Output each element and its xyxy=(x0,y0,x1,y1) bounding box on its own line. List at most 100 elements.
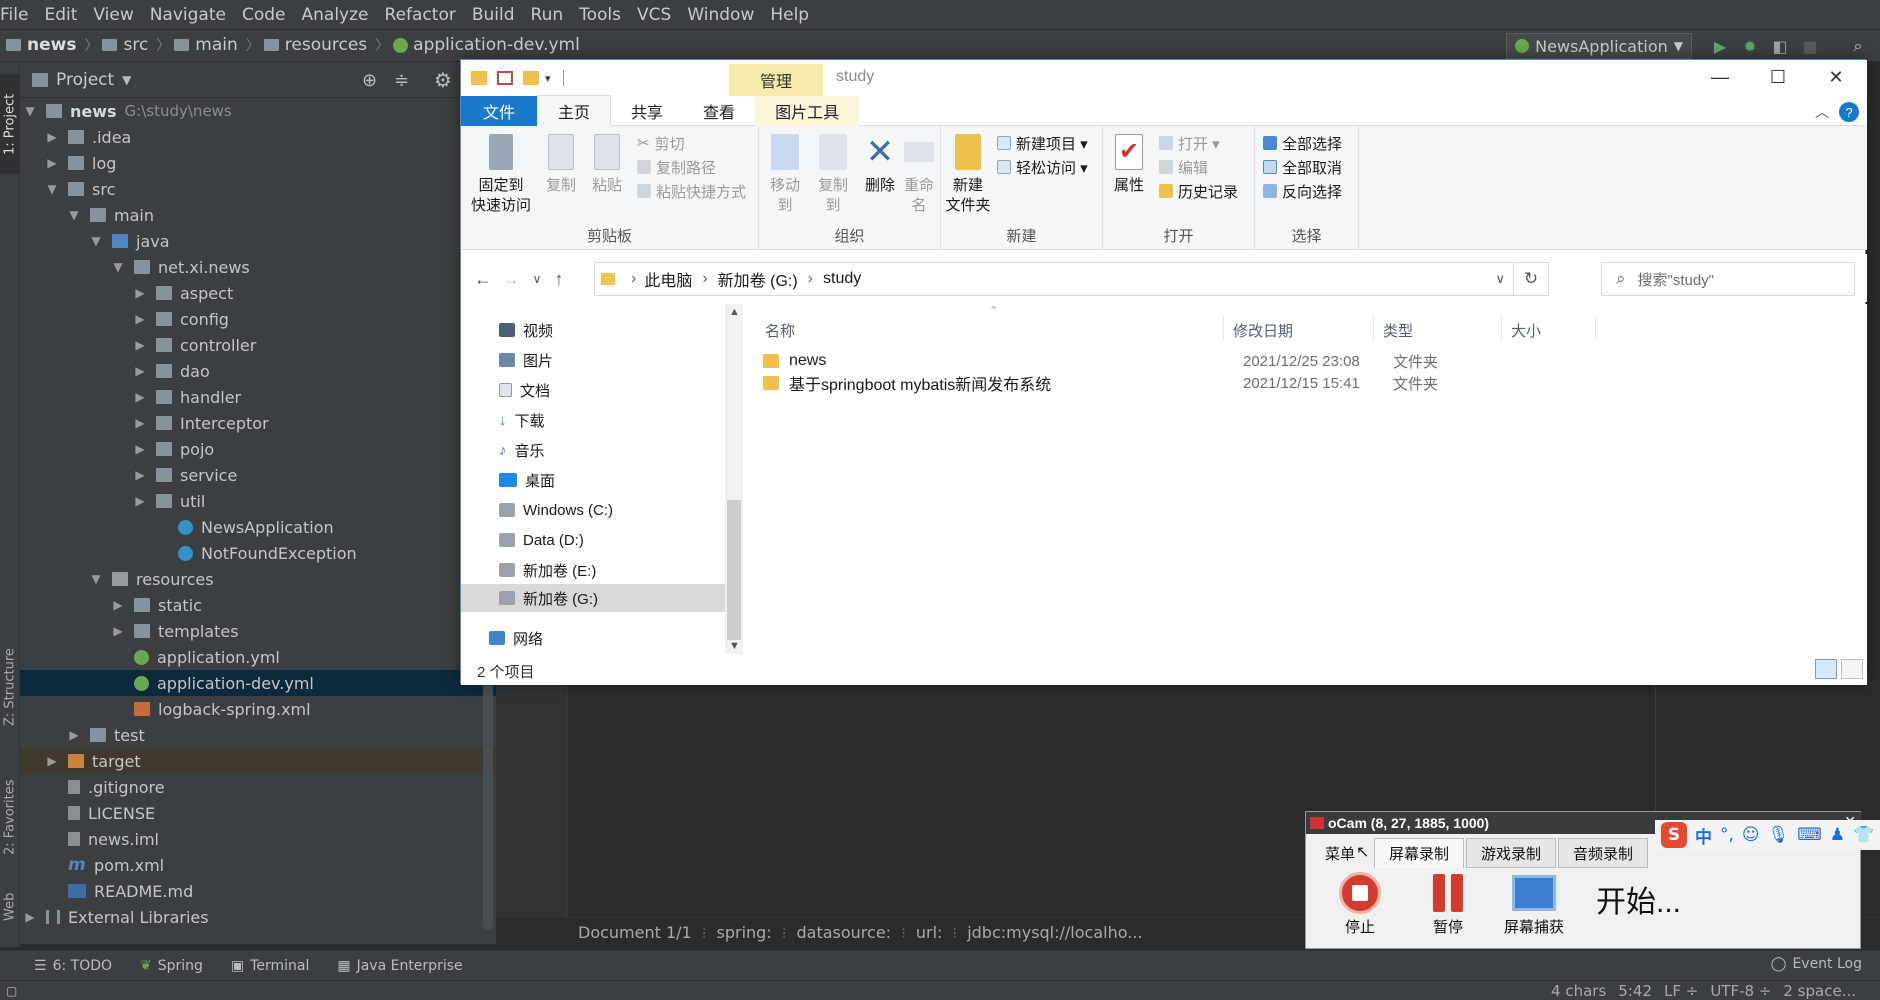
editor-crumb-url[interactable]: url: xyxy=(906,923,953,942)
tree-item-service[interactable]: ▶ service xyxy=(20,462,496,488)
tree-item-controller[interactable]: ▶ controller xyxy=(20,332,496,358)
ocam-capture-button[interactable]: 屏幕捕获 xyxy=(1500,872,1568,937)
copy-button[interactable]: 复制 xyxy=(541,134,581,196)
qa-dropdown-icon[interactable]: ▾ xyxy=(545,72,551,85)
user-icon[interactable]: ♟ xyxy=(1830,825,1845,845)
status-line-sep[interactable]: LF ÷ xyxy=(1658,982,1704,1000)
microphone-icon[interactable]: 🎙 xyxy=(1768,825,1790,845)
tree-item-static[interactable]: ▶ static xyxy=(20,592,496,618)
tree-item-java[interactable]: ▼ java xyxy=(20,228,496,254)
tree-item-pom[interactable]: m pom.xml xyxy=(20,852,496,878)
move-to-button[interactable]: 移动到 xyxy=(763,134,807,216)
menu-edit[interactable]: Edit xyxy=(36,0,85,30)
pin-quick-access-button[interactable]: 固定到 快速访问 xyxy=(471,134,531,216)
tab-web[interactable]: Web xyxy=(0,882,20,932)
ocam-tab-audio-record[interactable]: 音频录制 xyxy=(1558,838,1648,868)
menu-window[interactable]: Window xyxy=(679,0,762,30)
column-date[interactable]: 修改日期 xyxy=(1233,320,1293,341)
nav-downloads[interactable]: ↓ 下载 xyxy=(461,406,725,434)
tree-item-aspect[interactable]: ▶ aspect xyxy=(20,280,496,306)
tree-item-interceptor[interactable]: ▶ Interceptor xyxy=(20,410,496,436)
edit-button[interactable]: 编辑 xyxy=(1159,156,1208,178)
skin-icon[interactable]: 👕 xyxy=(1853,825,1874,845)
menu-code[interactable]: Code xyxy=(234,0,294,30)
tab-favorites[interactable]: 2: Favorites xyxy=(0,762,20,872)
easy-access-button[interactable]: 轻松访问 ▾ xyxy=(997,156,1088,178)
tree-item-log[interactable]: ▶ log xyxy=(20,150,496,176)
project-panel-title[interactable]: Project xyxy=(56,70,114,90)
nav-drive-e[interactable]: 新加卷 (E:) xyxy=(461,556,725,584)
address-crumb-pc[interactable]: 此电脑 xyxy=(644,267,692,291)
nav-drive-g[interactable]: 新加卷 (G:) xyxy=(461,584,725,612)
java-enterprise-tab[interactable]: ▦ Java Enterprise xyxy=(323,958,476,974)
tab-picture-tools[interactable]: 图片工具 xyxy=(755,95,860,126)
crumb-resources[interactable]: resources xyxy=(285,35,367,55)
tree-item-src[interactable]: ▼ src xyxy=(20,176,496,202)
paste-shortcut-button[interactable]: 粘贴快捷方式 xyxy=(637,180,746,202)
status-caret[interactable]: 5:42 xyxy=(1612,982,1658,1000)
ime-mode[interactable]: 中 xyxy=(1695,823,1712,848)
menu-tools[interactable]: Tools xyxy=(571,0,629,30)
address-crumb-drive[interactable]: 新加卷 (G:) xyxy=(718,267,798,291)
up-button[interactable]: ↑ xyxy=(545,264,573,294)
search-input[interactable]: ⌕ 搜索"study" xyxy=(1601,262,1855,296)
copy-to-button[interactable]: 复制到 xyxy=(811,134,855,216)
chevron-down-icon[interactable]: ▼ xyxy=(122,73,131,87)
coverage-icon[interactable]: ◧ xyxy=(1770,36,1790,56)
tab-structure[interactable]: Z: Structure xyxy=(0,632,20,742)
close-button[interactable]: ✕ xyxy=(1807,60,1865,94)
scroll-down-arrow-icon[interactable]: ▼ xyxy=(729,640,740,652)
manage-contextual-tab[interactable]: 管理 xyxy=(729,64,823,96)
scroll-up-arrow-icon[interactable]: ▲ xyxy=(729,306,740,318)
tree-item-config[interactable]: ▶ config xyxy=(20,306,496,332)
maximize-button[interactable]: ☐ xyxy=(1749,60,1807,94)
nav-pictures[interactable]: 图片 xyxy=(461,346,725,374)
editor-crumb-document[interactable]: Document 1/1 xyxy=(496,923,702,942)
forward-button[interactable]: → xyxy=(497,264,525,294)
tab-file[interactable]: 文件 xyxy=(461,95,538,126)
tree-item-newsapplication[interactable]: NewsApplication xyxy=(20,514,496,540)
cut-button[interactable]: ✂ 剪切 xyxy=(637,132,685,154)
history-button[interactable]: 历史记录 xyxy=(1159,180,1238,202)
address-crumb-study[interactable]: study xyxy=(823,270,861,288)
tree-item-idea[interactable]: ▶ .idea xyxy=(20,124,496,150)
help-icon[interactable]: ? xyxy=(1839,102,1859,122)
emoji-icon[interactable]: ☺ xyxy=(1742,825,1760,845)
tree-item-main[interactable]: ▼ main xyxy=(20,202,496,228)
tree-item-notfoundexception[interactable]: NotFoundException xyxy=(20,540,496,566)
details-view-icon[interactable] xyxy=(1815,659,1837,679)
ocam-tab-screen-record[interactable]: 屏幕录制 xyxy=(1374,838,1464,868)
tree-item-external-libs[interactable]: ▶ External Libraries xyxy=(20,904,496,930)
event-log-tab[interactable]: ◯ Event Log xyxy=(1757,956,1876,972)
nav-videos[interactable]: 视频 xyxy=(461,316,725,344)
crumb-news[interactable]: news xyxy=(27,35,76,55)
ocam-tab-game-record[interactable]: 游戏录制 xyxy=(1466,838,1556,868)
run-config-select[interactable]: NewsApplication ▼ xyxy=(1506,33,1692,59)
tree-item-package[interactable]: ▼ net.xi.news xyxy=(20,254,496,280)
rename-button[interactable]: 重命名 xyxy=(897,134,941,216)
ocam-stop-button[interactable]: 停止 xyxy=(1326,872,1394,937)
tab-home[interactable]: 主页 xyxy=(537,95,612,126)
chevron-down-icon[interactable]: ∨ xyxy=(1495,271,1505,287)
menu-view[interactable]: View xyxy=(85,0,141,30)
crumb-file[interactable]: application-dev.yml xyxy=(413,35,580,55)
menu-help[interactable]: Help xyxy=(762,0,817,30)
nav-documents[interactable]: 文档 xyxy=(461,376,725,404)
editor-crumb-value[interactable]: jdbc:mysql://localho... xyxy=(957,923,1152,942)
tab-view[interactable]: 查看 xyxy=(683,96,755,126)
menu-refactor[interactable]: Refactor xyxy=(377,0,464,30)
delete-button[interactable]: ✕ 删除 xyxy=(865,134,895,196)
search-icon[interactable]: ⌕ xyxy=(1848,36,1868,56)
ocam-pause-button[interactable]: 暂停 xyxy=(1414,872,1482,937)
nav-scrollbar-thumb[interactable] xyxy=(727,500,741,640)
refresh-button[interactable]: ↻ xyxy=(1513,262,1549,296)
nav-drive-d[interactable]: Data (D:) xyxy=(461,526,725,554)
tree-item-dao[interactable]: ▶ dao xyxy=(20,358,496,384)
new-folder-button[interactable]: 新建 文件夹 xyxy=(945,134,991,216)
new-item-button[interactable]: 新建项目 ▾ xyxy=(997,132,1088,154)
open-button[interactable]: 打开 ▾ xyxy=(1159,132,1220,154)
menu-build[interactable]: Build xyxy=(464,0,523,30)
copy-path-button[interactable]: 复制路径 xyxy=(637,156,716,178)
tree-item-root[interactable]: ▼ news G:\study\news xyxy=(20,98,496,124)
file-row[interactable]: 基于springboot mybatis新闻发布系统 2021/12/15 15… xyxy=(763,370,1763,396)
